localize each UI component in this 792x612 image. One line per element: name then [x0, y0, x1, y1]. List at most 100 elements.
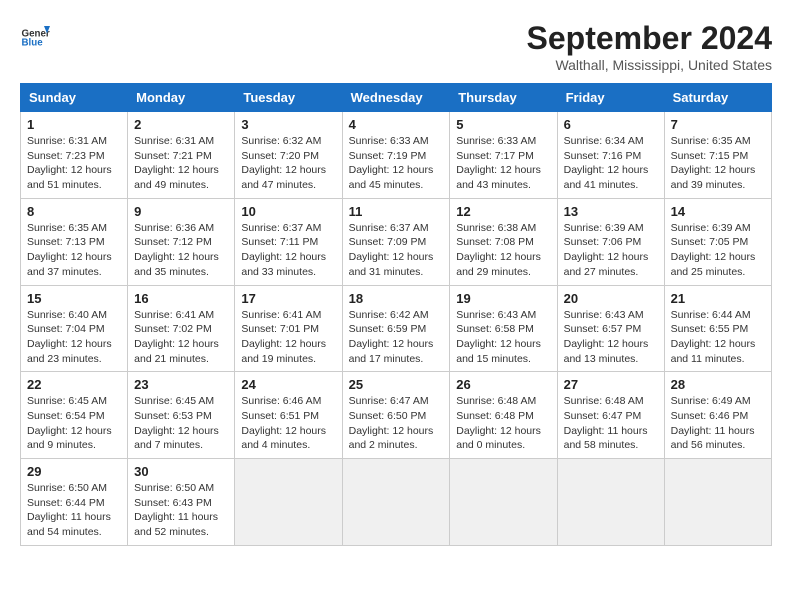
calendar-cell: 2Sunrise: 6:31 AMSunset: 7:21 PMDaylight… — [128, 112, 235, 199]
calendar-cell: 14Sunrise: 6:39 AMSunset: 7:05 PMDayligh… — [664, 198, 771, 285]
calendar-cell: 13 Sunrise: 6:39 AMSunset: 7:06 PMDayligh… — [557, 198, 664, 285]
day-info: Sunrise: 6:49 AMSunset: 6:46 PMDaylight:… — [671, 395, 755, 451]
calendar-cell: 27 Sunrise: 6:48 AMSunset: 6:47 PMDayligh… — [557, 372, 664, 459]
day-number: 22 — [27, 377, 121, 392]
day-info: Sunrise: 6:39 AMSunset: 7:06 PMDaylight:… — [564, 222, 649, 278]
calendar-cell: 26 Sunrise: 6:48 AMSunset: 6:48 PMDayligh… — [450, 372, 557, 459]
day-number: 19 — [456, 291, 550, 306]
day-number: 17 — [241, 291, 335, 306]
day-info: Sunrise: 6:48 AMSunset: 6:48 PMDaylight:… — [456, 395, 541, 451]
svg-text:Blue: Blue — [22, 38, 44, 49]
calendar-cell — [235, 459, 342, 546]
day-number: 5 — [456, 117, 550, 132]
logo: General Blue — [20, 20, 50, 50]
day-info: Sunrise: 6:45 AMSunset: 6:54 PMDaylight:… — [27, 395, 112, 451]
calendar-cell: 20 Sunrise: 6:43 AMSunset: 6:57 PMDayligh… — [557, 285, 664, 372]
calendar-cell: 21Sunrise: 6:44 AMSunset: 6:55 PMDayligh… — [664, 285, 771, 372]
calendar-cell — [664, 459, 771, 546]
col-sunday: Sunday — [21, 84, 128, 112]
col-monday: Monday — [128, 84, 235, 112]
day-number: 29 — [27, 464, 121, 479]
day-info: Sunrise: 6:34 AMSunset: 7:16 PMDaylight:… — [564, 135, 649, 191]
calendar-cell: 23Sunrise: 6:45 AMSunset: 6:53 PMDayligh… — [128, 372, 235, 459]
day-info: Sunrise: 6:43 AMSunset: 6:58 PMDaylight:… — [456, 309, 541, 365]
month-title: September 2024 — [527, 20, 772, 57]
calendar-cell: 5 Sunrise: 6:33 AMSunset: 7:17 PMDaylight… — [450, 112, 557, 199]
calendar-cell: 18 Sunrise: 6:42 AMSunset: 6:59 PMDayligh… — [342, 285, 450, 372]
calendar-cell: 4 Sunrise: 6:33 AMSunset: 7:19 PMDaylight… — [342, 112, 450, 199]
day-info: Sunrise: 6:33 AMSunset: 7:17 PMDaylight:… — [456, 135, 541, 191]
day-number: 18 — [349, 291, 444, 306]
day-info: Sunrise: 6:48 AMSunset: 6:47 PMDaylight:… — [564, 395, 648, 451]
col-friday: Friday — [557, 84, 664, 112]
calendar-cell: 12 Sunrise: 6:38 AMSunset: 7:08 PMDayligh… — [450, 198, 557, 285]
day-number: 11 — [349, 204, 444, 219]
day-number: 15 — [27, 291, 121, 306]
calendar-cell: 10Sunrise: 6:37 AMSunset: 7:11 PMDayligh… — [235, 198, 342, 285]
day-info: Sunrise: 6:32 AMSunset: 7:20 PMDaylight:… — [241, 135, 326, 191]
day-info: Sunrise: 6:43 AMSunset: 6:57 PMDaylight:… — [564, 309, 649, 365]
calendar-cell — [450, 459, 557, 546]
day-info: Sunrise: 6:35 AMSunset: 7:13 PMDaylight:… — [27, 222, 112, 278]
logo-icon: General Blue — [20, 20, 50, 50]
day-number: 4 — [349, 117, 444, 132]
header-row: Sunday Monday Tuesday Wednesday Thursday… — [21, 84, 772, 112]
day-info: Sunrise: 6:50 AMSunset: 6:44 PMDaylight:… — [27, 482, 111, 538]
day-number: 16 — [134, 291, 228, 306]
day-number: 6 — [564, 117, 658, 132]
day-info: Sunrise: 6:41 AMSunset: 7:02 PMDaylight:… — [134, 309, 219, 365]
day-number: 25 — [349, 377, 444, 392]
day-info: Sunrise: 6:42 AMSunset: 6:59 PMDaylight:… — [349, 309, 434, 365]
day-number: 2 — [134, 117, 228, 132]
day-info: Sunrise: 6:41 AMSunset: 7:01 PMDaylight:… — [241, 309, 326, 365]
calendar-cell: 24 Sunrise: 6:46 AMSunset: 6:51 PMDayligh… — [235, 372, 342, 459]
day-number: 13 — [564, 204, 658, 219]
calendar-cell: 3 Sunrise: 6:32 AMSunset: 7:20 PMDaylight… — [235, 112, 342, 199]
calendar-cell: 22 Sunrise: 6:45 AMSunset: 6:54 PMDayligh… — [21, 372, 128, 459]
calendar-cell: 9 Sunrise: 6:36 AMSunset: 7:12 PMDaylight… — [128, 198, 235, 285]
day-number: 12 — [456, 204, 550, 219]
col-thursday: Thursday — [450, 84, 557, 112]
day-number: 21 — [671, 291, 765, 306]
day-info: Sunrise: 6:37 AMSunset: 7:11 PMDaylight:… — [241, 222, 326, 278]
calendar-cell: 1 Sunrise: 6:31 AMSunset: 7:23 PMDaylight… — [21, 112, 128, 199]
calendar-week-3: 15 Sunrise: 6:40 AMSunset: 7:04 PMDayligh… — [21, 285, 772, 372]
day-info: Sunrise: 6:45 AMSunset: 6:53 PMDaylight:… — [134, 395, 219, 451]
day-number: 14 — [671, 204, 765, 219]
day-info: Sunrise: 6:33 AMSunset: 7:19 PMDaylight:… — [349, 135, 434, 191]
calendar-cell: 19 Sunrise: 6:43 AMSunset: 6:58 PMDayligh… — [450, 285, 557, 372]
calendar-cell: 8Sunrise: 6:35 AMSunset: 7:13 PMDaylight… — [21, 198, 128, 285]
day-number: 20 — [564, 291, 658, 306]
location: Walthall, Mississippi, United States — [527, 57, 772, 73]
day-info: Sunrise: 6:37 AMSunset: 7:09 PMDaylight:… — [349, 222, 434, 278]
day-info: Sunrise: 6:50 AMSunset: 6:43 PMDaylight:… — [134, 482, 218, 538]
day-info: Sunrise: 6:40 AMSunset: 7:04 PMDaylight:… — [27, 309, 112, 365]
day-number: 26 — [456, 377, 550, 392]
page-header: General Blue September 2024 Walthall, Mi… — [20, 20, 772, 73]
day-number: 24 — [241, 377, 335, 392]
day-number: 9 — [134, 204, 228, 219]
day-number: 7 — [671, 117, 765, 132]
day-number: 3 — [241, 117, 335, 132]
title-block: September 2024 Walthall, Mississippi, Un… — [527, 20, 772, 73]
calendar-cell: 16 Sunrise: 6:41 AMSunset: 7:02 PMDayligh… — [128, 285, 235, 372]
day-number: 28 — [671, 377, 765, 392]
calendar-cell: 25Sunrise: 6:47 AMSunset: 6:50 PMDayligh… — [342, 372, 450, 459]
calendar-cell: 15 Sunrise: 6:40 AMSunset: 7:04 PMDayligh… — [21, 285, 128, 372]
calendar-cell: 7Sunrise: 6:35 AMSunset: 7:15 PMDaylight… — [664, 112, 771, 199]
calendar-week-5: 29 Sunrise: 6:50 AMSunset: 6:44 PMDayligh… — [21, 459, 772, 546]
day-info: Sunrise: 6:31 AMSunset: 7:23 PMDaylight:… — [27, 135, 112, 191]
calendar-cell: 28 Sunrise: 6:49 AMSunset: 6:46 PMDayligh… — [664, 372, 771, 459]
day-info: Sunrise: 6:46 AMSunset: 6:51 PMDaylight:… — [241, 395, 326, 451]
calendar-week-1: 1 Sunrise: 6:31 AMSunset: 7:23 PMDaylight… — [21, 112, 772, 199]
day-number: 27 — [564, 377, 658, 392]
day-number: 30 — [134, 464, 228, 479]
col-tuesday: Tuesday — [235, 84, 342, 112]
calendar-table: Sunday Monday Tuesday Wednesday Thursday… — [20, 83, 772, 546]
calendar-cell — [342, 459, 450, 546]
calendar-cell: 17 Sunrise: 6:41 AMSunset: 7:01 PMDayligh… — [235, 285, 342, 372]
day-info: Sunrise: 6:38 AMSunset: 7:08 PMDaylight:… — [456, 222, 541, 278]
col-saturday: Saturday — [664, 84, 771, 112]
day-number: 1 — [27, 117, 121, 132]
day-info: Sunrise: 6:36 AMSunset: 7:12 PMDaylight:… — [134, 222, 219, 278]
